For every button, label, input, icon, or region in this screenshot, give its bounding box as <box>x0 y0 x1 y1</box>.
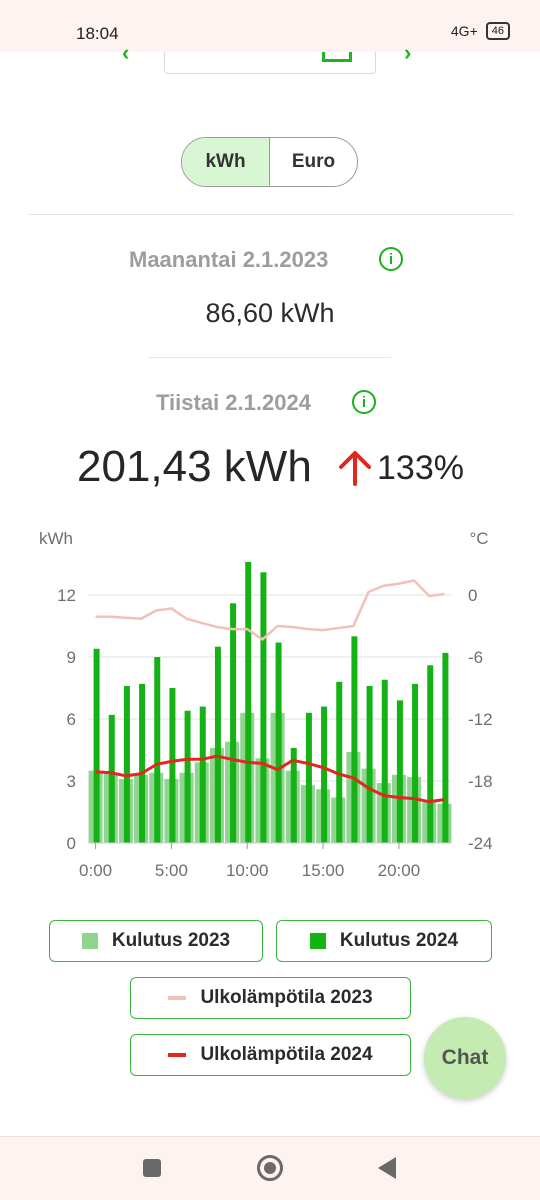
status-time: 18:04 <box>76 24 119 43</box>
bar-2024 <box>214 646 221 843</box>
legend-label: Ulkolämpötila 2024 <box>200 1044 373 1065</box>
y-left-axis-label: kWh <box>39 529 73 548</box>
y-right-tick-label: 0 <box>468 586 477 605</box>
y-right-tick-label: -12 <box>468 710 493 729</box>
units-toggle[interactable]: kWh Euro <box>181 137 358 187</box>
system-nav-bar <box>0 1136 540 1200</box>
bar-2024 <box>275 642 282 843</box>
legend-item[interactable]: Ulkolämpötila 2023 <box>130 977 411 1019</box>
x-tick-label: 5:00 <box>155 861 188 880</box>
y-left-tick-label: 9 <box>67 648 76 667</box>
previous-consumption-value: 86,60 kWh <box>205 298 335 328</box>
current-consumption-value: 201,43 kWh <box>77 442 312 491</box>
bar-2024 <box>442 652 449 843</box>
bar-2024 <box>139 683 146 843</box>
temperature-line-2023 <box>95 579 445 641</box>
change-percentage: 133% <box>377 449 464 487</box>
legend-item[interactable]: Kulutus 2024 <box>276 920 492 962</box>
euro-tab[interactable]: Euro <box>270 138 357 186</box>
legend-item[interactable]: Kulutus 2023 <box>49 920 263 962</box>
bar-2024 <box>412 683 419 843</box>
legend-swatch <box>168 996 187 1000</box>
next-day-chevron-icon[interactable]: › <box>404 40 411 66</box>
bar-2024 <box>123 685 130 843</box>
y-left-tick-label: 0 <box>67 834 76 853</box>
legend-swatch <box>81 933 98 949</box>
chat-button[interactable]: Chat <box>424 1017 506 1099</box>
bar-2024 <box>366 685 373 843</box>
divider <box>28 214 514 215</box>
legend-swatch <box>309 933 326 949</box>
prev-day-chevron-icon[interactable]: ‹ <box>122 40 129 66</box>
x-tick-label: 20:00 <box>378 861 421 880</box>
y-right-tick-label: -6 <box>468 648 483 667</box>
legend-label: Kulutus 2023 <box>111 930 231 951</box>
bar-2024 <box>381 679 388 843</box>
bar-2024 <box>199 706 206 843</box>
network-label: 4G+ <box>450 23 478 39</box>
info-icon[interactable]: i <box>379 247 403 271</box>
legend-swatch <box>168 1053 187 1057</box>
x-tick-label: 15:00 <box>302 861 345 880</box>
recent-apps-icon[interactable] <box>143 1159 161 1177</box>
y-right-tick-label: -24 <box>468 834 493 853</box>
bar-2024 <box>169 688 176 843</box>
calendar-icon[interactable] <box>322 52 352 62</box>
battery-icon: 46 <box>485 22 510 40</box>
legend-label: Ulkolämpötila 2023 <box>200 987 373 1008</box>
bar-2024 <box>245 561 252 843</box>
previous-day-label: Maanantai 2.1.2023 <box>129 247 329 272</box>
y-left-tick-label: 12 <box>57 586 76 605</box>
status-icons: 4G+ 46 <box>451 22 510 40</box>
bar-2024 <box>230 603 237 843</box>
y-left-tick-label: 3 <box>67 772 76 791</box>
bar-2024 <box>351 636 358 843</box>
bar-2024 <box>108 714 115 843</box>
legend-label: Kulutus 2024 <box>339 930 459 951</box>
home-icon[interactable] <box>257 1155 283 1181</box>
bar-2024 <box>184 710 191 843</box>
bar-2024 <box>396 700 403 843</box>
y-right-tick-label: -18 <box>468 772 493 791</box>
consumption-chart: 0 -24 3 -18 6 -12 9 -6 12 0 kWh °C 0:00 5:00 10:00 15:0… <box>39 529 493 880</box>
bar-2024 <box>427 665 434 843</box>
y-left-tick-label: 6 <box>67 710 76 729</box>
back-icon[interactable] <box>378 1157 396 1179</box>
bar-2024 <box>336 681 343 843</box>
y-right-axis-label: °C <box>469 529 488 548</box>
status-bar: 18:04 4G+ 46 <box>0 0 540 52</box>
x-tick-label: 0:00 <box>79 861 112 880</box>
bar-2024 <box>260 572 267 843</box>
divider <box>148 357 391 358</box>
bar-2024 <box>321 706 328 843</box>
legend-item[interactable]: Ulkolämpötila 2024 <box>130 1034 411 1076</box>
arrow-up-icon <box>339 451 371 486</box>
bar-2024 <box>154 657 161 843</box>
kwh-tab[interactable]: kWh <box>182 138 270 186</box>
current-day-label: Tiistai 2.1.2024 <box>156 390 311 415</box>
bar-2024 <box>93 648 100 843</box>
info-icon[interactable]: i <box>352 390 376 414</box>
bar-2024 <box>305 712 312 843</box>
x-tick-label: 10:00 <box>226 861 269 880</box>
